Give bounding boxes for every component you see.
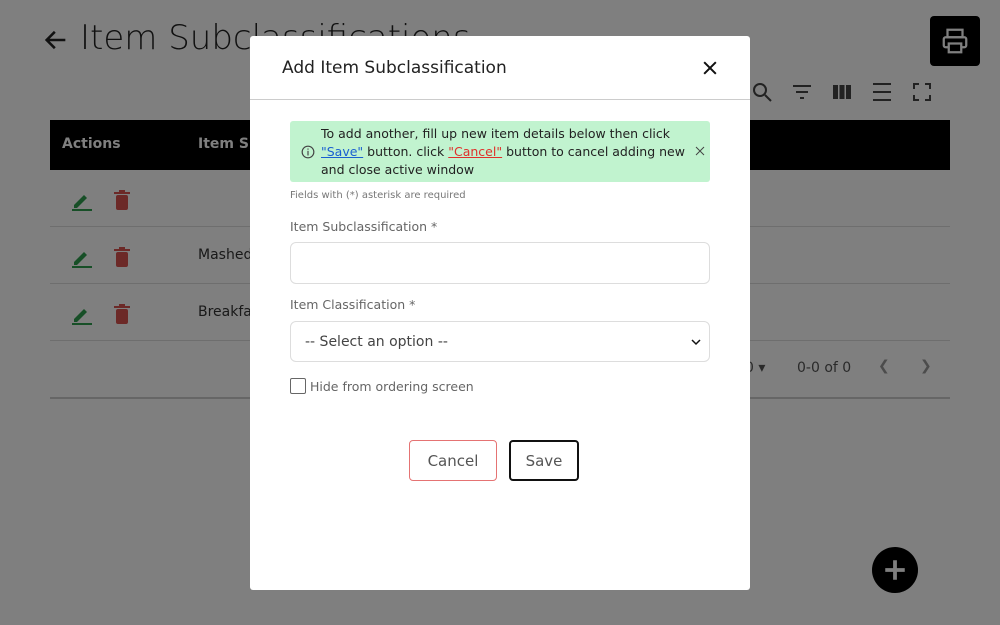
alert-save-link[interactable]: "Save": [321, 144, 363, 159]
add-item-subclassification-dialog: Add Item Subclassification To add anothe…: [250, 36, 750, 590]
hide-from-ordering-label[interactable]: Hide from ordering screen: [310, 379, 474, 394]
classification-select[interactable]: -- Select an option --: [290, 321, 710, 362]
info-icon: [301, 145, 315, 159]
info-alert: To add another, fill up new item details…: [290, 121, 710, 182]
modal-header: Add Item Subclassification: [250, 36, 750, 100]
alert-cancel-link[interactable]: "Cancel": [448, 144, 502, 159]
chevron-down-icon: [691, 339, 701, 346]
hide-from-ordering-checkbox[interactable]: [290, 378, 306, 394]
save-button[interactable]: Save: [509, 440, 579, 481]
close-icon[interactable]: [700, 58, 720, 78]
alert-text: button. click: [363, 144, 449, 159]
alert-message: To add another, fill up new item details…: [321, 125, 691, 179]
cancel-button[interactable]: Cancel: [409, 440, 497, 481]
classification-select-value: -- Select an option --: [305, 334, 448, 350]
subclassification-label: Item Subclassification *: [290, 219, 438, 234]
required-fields-hint: Fields with (*) asterisk are required: [290, 190, 466, 201]
classification-label: Item Classification *: [290, 297, 416, 312]
alert-text: To add another, fill up new item details…: [321, 126, 671, 141]
dismiss-alert-icon[interactable]: [694, 145, 706, 157]
modal-title: Add Item Subclassification: [282, 58, 507, 78]
subclassification-input[interactable]: [290, 242, 710, 284]
